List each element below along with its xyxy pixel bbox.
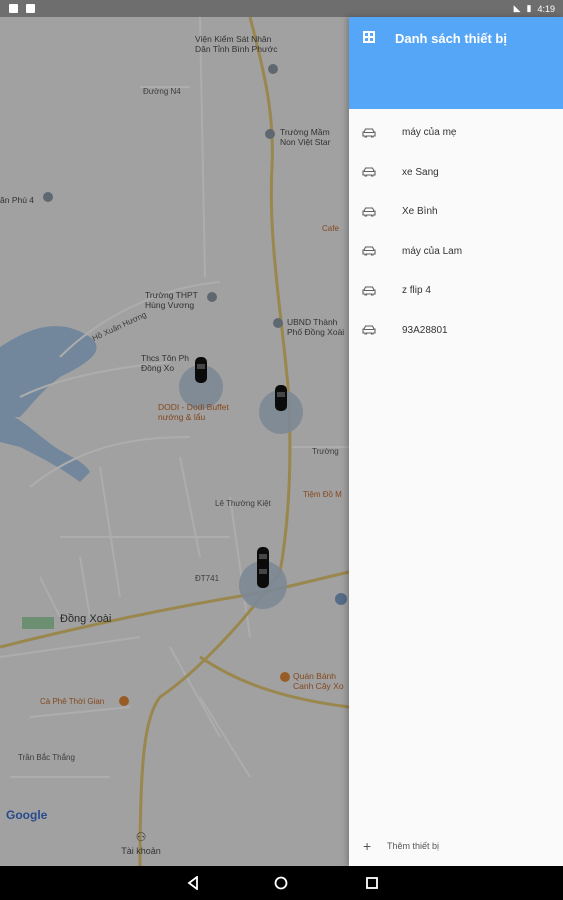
list-icon: [363, 31, 375, 43]
device-name: máy của Lam: [402, 245, 463, 257]
back-icon[interactable]: [186, 876, 200, 890]
device-name: z flip 4: [402, 285, 431, 297]
plus-icon: +: [363, 838, 372, 854]
add-device-button[interactable]: + Thêm thiết bị: [363, 838, 439, 854]
system-nav-bar: [0, 866, 563, 900]
add-device-label: Thêm thiết bị: [387, 841, 440, 851]
car-icon: [362, 167, 376, 177]
signal-icon: ◣: [513, 3, 521, 13]
device-item[interactable]: xe Sang: [349, 153, 563, 193]
device-item[interactable]: z flip 4: [349, 271, 563, 311]
battery-icon: ▮: [526, 3, 532, 13]
account-button[interactable]: ⚇ Tài khoản: [108, 830, 174, 860]
device-list: máy của mẹ xe Sang Xe Bình máy của Lam z fli…: [349, 113, 563, 350]
device-name: xe Sang: [402, 166, 439, 178]
car-icon: [362, 325, 376, 335]
device-item[interactable]: 93A28801: [349, 311, 563, 351]
notification-icon: [26, 4, 35, 13]
account-label: Tài khoản: [121, 846, 161, 856]
status-time: 4:19: [537, 3, 555, 14]
drawer-scrim[interactable]: [0, 17, 349, 866]
device-item[interactable]: máy của Lam: [349, 232, 563, 272]
device-item[interactable]: Xe Bình: [349, 192, 563, 232]
device-name: Xe Bình: [402, 206, 438, 218]
car-icon: [362, 128, 376, 138]
car-icon: [362, 207, 376, 217]
home-icon[interactable]: [274, 876, 288, 890]
drawer-title: Danh sách thiết bị: [395, 31, 507, 46]
device-item[interactable]: máy của mẹ: [349, 113, 563, 153]
status-bar: ◣ ▮ 4:19: [0, 0, 563, 17]
car-icon: [362, 246, 376, 256]
map-view[interactable]: Viện Kiểm Sát Nhân Dân Tỉnh Bình Phước Đư…: [0, 17, 349, 866]
car-icon: [362, 286, 376, 296]
navigation-drawer: Danh sách thiết bị máy của mẹ xe Sang Xe B…: [349, 17, 563, 866]
device-name: 93A28801: [402, 324, 448, 336]
notification-icon: [9, 4, 18, 13]
recents-icon[interactable]: [365, 876, 379, 890]
drawer-header: Danh sách thiết bị: [349, 17, 563, 109]
device-name: máy của mẹ: [402, 127, 457, 139]
account-icon: ⚇: [135, 830, 147, 844]
